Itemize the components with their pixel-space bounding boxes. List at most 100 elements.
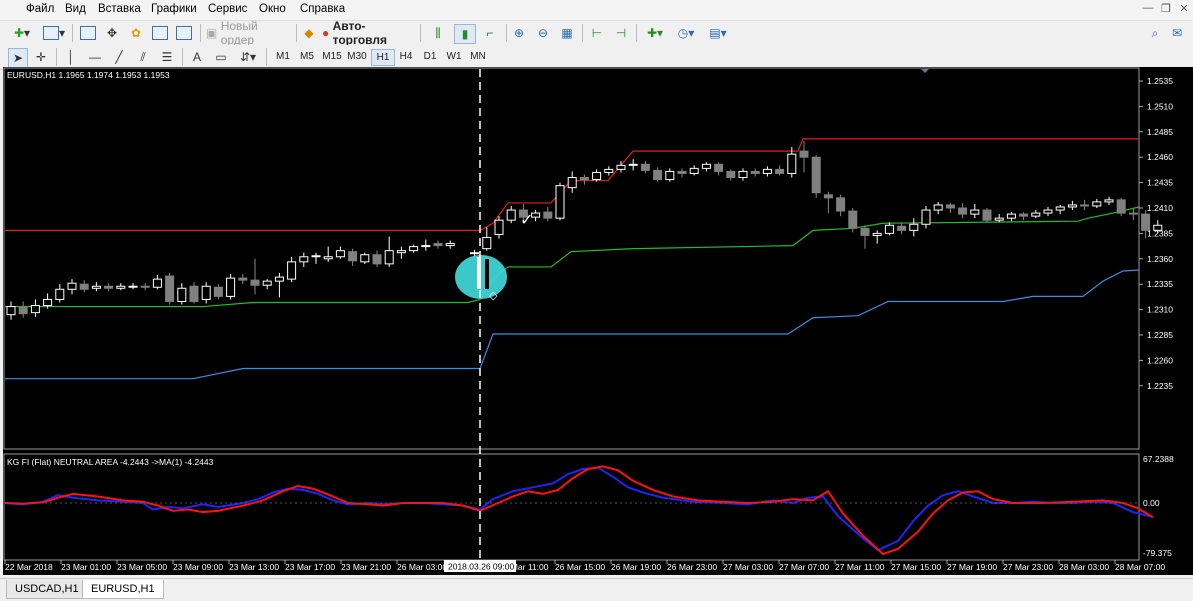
channel-icon[interactable]: ⫽ bbox=[134, 48, 152, 66]
tile-windows-icon[interactable]: ▦ bbox=[558, 24, 576, 42]
arrows-button[interactable]: ⇵ ▾ bbox=[236, 48, 260, 66]
menu-insert[interactable]: Вставка bbox=[98, 3, 141, 15]
chat-icon[interactable]: ✉ bbox=[1168, 24, 1186, 42]
text-label-icon[interactable]: ▭ bbox=[212, 48, 230, 66]
force-index-red-line bbox=[4, 465, 1154, 556]
indicators-button[interactable]: ✚ ▾ bbox=[642, 24, 668, 42]
candle-body bbox=[409, 246, 419, 252]
candle-body bbox=[738, 170, 748, 179]
new-order-button[interactable]: ▣ Новый ордер bbox=[206, 19, 292, 47]
candle-body bbox=[165, 275, 175, 302]
time-axis-label: 26 Mar 23:00 bbox=[667, 562, 717, 572]
cursor-icon[interactable]: ➤ bbox=[8, 48, 28, 68]
candle-body bbox=[958, 207, 968, 215]
candle-body bbox=[79, 283, 89, 290]
zoom-in-icon[interactable]: ⊕ bbox=[510, 24, 528, 42]
trendline-icon[interactable]: ╱ bbox=[110, 48, 128, 66]
candle-body bbox=[787, 153, 797, 174]
candle-body bbox=[884, 224, 894, 234]
candle-body bbox=[189, 285, 199, 302]
data-window-icon[interactable]: ✿ bbox=[126, 24, 146, 42]
candle-body bbox=[665, 170, 675, 181]
candle-body bbox=[348, 251, 358, 262]
tf-h1[interactable]: H1 bbox=[371, 49, 395, 66]
tf-h4[interactable]: H4 bbox=[395, 49, 417, 65]
time-axis-label: 23 Mar 13:00 bbox=[229, 562, 279, 572]
price-axis-label: 1.2335 bbox=[1147, 279, 1173, 289]
market-watch-button[interactable] bbox=[78, 24, 98, 42]
menu-service[interactable]: Сервис bbox=[208, 3, 247, 15]
horizontal-line-icon[interactable]: — bbox=[86, 48, 104, 66]
tf-m15[interactable]: M15 bbox=[320, 49, 344, 65]
candle-body bbox=[396, 250, 406, 254]
close-icon[interactable]: ✕ bbox=[1176, 2, 1192, 15]
templates-button[interactable]: ▤ ▾ bbox=[704, 24, 732, 42]
candle-body bbox=[1067, 204, 1077, 208]
chart-tabs: USDCAD,H1 EURUSD,H1 bbox=[0, 578, 1193, 601]
candle-body bbox=[506, 209, 516, 221]
time-axis-label: 23 Mar 17:00 bbox=[285, 562, 335, 572]
tf-m1[interactable]: M1 bbox=[272, 49, 294, 65]
menu-window[interactable]: Окно bbox=[259, 3, 286, 15]
price-axis-label: 1.2410 bbox=[1147, 203, 1173, 213]
candle-body bbox=[30, 305, 40, 314]
chart-window[interactable]: 1.2535 1.2510 1.2485 1.2460 1.2435 1.2410 1.23… bbox=[3, 67, 1193, 575]
candle-body bbox=[714, 163, 724, 172]
minimize-icon[interactable]: — bbox=[1140, 2, 1156, 14]
vertical-line-icon[interactable]: │ bbox=[62, 48, 80, 66]
arrow-marker-icon: ◇ bbox=[489, 290, 498, 302]
chart-shift-icon[interactable]: ⊢ bbox=[588, 24, 606, 42]
tab-eurusd[interactable]: EURUSD,H1 bbox=[82, 580, 164, 599]
main-chart-frame bbox=[3, 67, 1140, 450]
line-chart-icon[interactable]: ⌐ bbox=[480, 24, 500, 42]
candle-body bbox=[897, 225, 907, 231]
crosshair-icon[interactable]: ✛ bbox=[32, 48, 50, 66]
chart-shift-marker bbox=[921, 69, 929, 73]
candle-body bbox=[1006, 213, 1016, 219]
text-icon[interactable]: A bbox=[188, 48, 206, 66]
strategy-tester-button[interactable] bbox=[174, 24, 194, 42]
menu-view[interactable]: Вид bbox=[65, 3, 86, 15]
candle-body bbox=[433, 243, 443, 247]
navigator-icon[interactable]: ✥ bbox=[102, 24, 122, 42]
tab-usdcad[interactable]: USDCAD,H1 bbox=[6, 580, 88, 599]
time-axis-label: 23 Mar 05:00 bbox=[117, 562, 167, 572]
menu-charts[interactable]: Графики bbox=[151, 3, 197, 15]
candle-body bbox=[677, 170, 687, 174]
candle-body bbox=[250, 279, 260, 286]
price-axis-label: 1.2235 bbox=[1147, 381, 1173, 391]
auto-trading-button[interactable]: ● Авто-торговля bbox=[322, 19, 414, 47]
zoom-out-icon[interactable]: ⊖ bbox=[534, 24, 552, 42]
auto-scroll-icon[interactable]: ⊣ bbox=[612, 24, 630, 42]
restore-icon[interactable]: ❐ bbox=[1158, 2, 1174, 15]
lower-channel-line bbox=[5, 269, 1140, 380]
chart-canvas[interactable]: 1.2535 1.2510 1.2485 1.2460 1.2435 1.2410 1.23… bbox=[3, 67, 1193, 575]
menu-file[interactable]: Файл bbox=[26, 3, 54, 15]
new-chart-button[interactable]: ✚ ▾ bbox=[8, 24, 36, 42]
price-axis-label: 1.2460 bbox=[1147, 152, 1173, 162]
candle-body bbox=[213, 286, 223, 297]
terminal-button[interactable] bbox=[150, 24, 170, 42]
tf-d1[interactable]: D1 bbox=[419, 49, 441, 65]
price-axis-label: 1.2385 bbox=[1147, 228, 1173, 238]
fibonacci-icon[interactable]: ☰ bbox=[158, 48, 176, 66]
periods-button[interactable]: ◷ ▾ bbox=[672, 24, 700, 42]
candle-body bbox=[18, 307, 28, 315]
time-axis-label: 28 Mar 07:00 bbox=[1115, 562, 1165, 572]
candle-body bbox=[811, 156, 821, 194]
candle-body bbox=[482, 236, 492, 250]
candle-body bbox=[994, 217, 1004, 221]
tf-m5[interactable]: M5 bbox=[296, 49, 318, 65]
bar-chart-icon[interactable]: ⫼ bbox=[428, 24, 448, 42]
tf-w1[interactable]: W1 bbox=[443, 49, 465, 65]
tf-m30[interactable]: M30 bbox=[345, 49, 369, 65]
menu-help[interactable]: Справка bbox=[300, 3, 345, 15]
market-watch-icon bbox=[80, 26, 96, 40]
tf-mn[interactable]: MN bbox=[467, 49, 489, 65]
candle-body bbox=[592, 171, 602, 181]
search-icon[interactable]: ⌕ bbox=[1146, 24, 1164, 42]
profiles-button[interactable]: ▾ bbox=[40, 24, 68, 42]
indicators-icon: ✚ bbox=[646, 26, 658, 40]
candlestick-chart-icon[interactable]: ▮ bbox=[454, 24, 476, 44]
metaeditor-icon[interactable]: ◆ bbox=[300, 24, 318, 42]
